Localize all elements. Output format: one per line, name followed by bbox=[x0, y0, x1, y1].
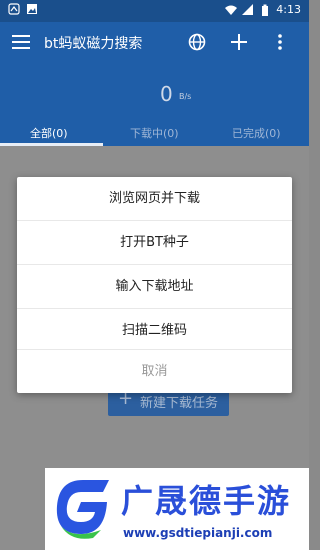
open-bt-torrent-option[interactable]: 打开BT种子 bbox=[17, 221, 292, 264]
enter-download-url-option[interactable]: 输入下载地址 bbox=[17, 265, 292, 308]
globe-icon[interactable] bbox=[187, 32, 207, 52]
tab-downloading[interactable]: 下载中(0) bbox=[130, 125, 179, 141]
speed-panel: 0 B/s bbox=[0, 62, 309, 122]
browse-and-download-option[interactable]: 浏览网页并下载 bbox=[17, 177, 292, 220]
speed-value: 0 bbox=[160, 82, 173, 106]
brand-logo-icon bbox=[56, 480, 109, 539]
status-bar: 4:13 bbox=[0, 0, 309, 22]
notification-icon bbox=[8, 3, 20, 15]
status-right: 4:13 bbox=[225, 3, 301, 16]
cancel-option[interactable]: 取消 bbox=[17, 350, 292, 393]
action-dialog: 浏览网页并下载 打开BT种子 输入下载地址 扫描二维码 取消 bbox=[17, 177, 292, 393]
menu-icon[interactable] bbox=[12, 34, 30, 50]
tab-completed[interactable]: 已完成(0) bbox=[232, 125, 281, 141]
app-bar: bt蚂蚁磁力搜索 bbox=[0, 22, 309, 62]
more-icon[interactable] bbox=[274, 32, 286, 52]
tab-all[interactable]: 全部(0) bbox=[30, 125, 68, 141]
wifi-icon bbox=[225, 5, 238, 15]
status-time: 4:13 bbox=[276, 3, 301, 16]
speed-unit: B/s bbox=[179, 92, 192, 101]
status-left bbox=[8, 3, 38, 15]
new-task-label: 新建下载任务 bbox=[140, 396, 219, 411]
battery-icon bbox=[262, 4, 269, 16]
watermark: 广晟德手游 www.gsdtiepianji.com bbox=[45, 468, 309, 550]
signal-icon bbox=[242, 3, 254, 15]
watermark-title: 广晟德手游 bbox=[121, 482, 292, 520]
image-icon bbox=[27, 4, 37, 14]
scan-qr-code-option[interactable]: 扫描二维码 bbox=[17, 309, 292, 352]
app-title: bt蚂蚁磁力搜索 bbox=[44, 36, 143, 52]
plus-icon[interactable] bbox=[229, 32, 249, 52]
watermark-url: www.gsdtiepianji.com bbox=[123, 526, 273, 540]
tab-bar: 全部(0) 下载中(0) 已完成(0) bbox=[0, 122, 309, 146]
